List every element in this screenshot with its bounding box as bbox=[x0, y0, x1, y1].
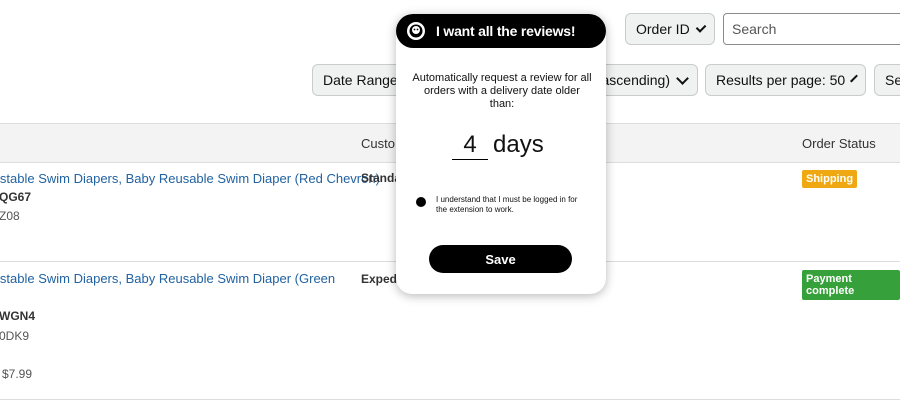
reviewer-face-icon bbox=[407, 22, 425, 40]
popup-description: Automatically request a review for all o… bbox=[412, 72, 592, 110]
shipping-speed: Exped bbox=[361, 272, 398, 286]
order-id-label: Order ID bbox=[636, 21, 690, 37]
item-price: $7.99 bbox=[2, 367, 33, 381]
order-id-dropdown[interactable]: Order ID bbox=[625, 13, 715, 45]
more-options-button[interactable]: Se bbox=[874, 64, 900, 96]
results-per-page-label: Results per page: 50 bbox=[716, 72, 846, 88]
order-code-secondary: 0DK9 bbox=[0, 329, 30, 343]
days-unit-label: days bbox=[493, 131, 544, 158]
customer-column-header: Custo bbox=[361, 136, 395, 151]
product-title-link[interactable]: istable Swim Diapers, Baby Reusable Swim… bbox=[0, 271, 335, 286]
days-input[interactable]: 4 bbox=[452, 131, 488, 160]
popup-title: I want all the reviews! bbox=[436, 23, 576, 39]
order-code: QG67 bbox=[0, 190, 32, 204]
chevron-down-icon bbox=[850, 74, 859, 82]
status-badge: Shipping bbox=[802, 170, 858, 188]
chevron-down-icon bbox=[676, 71, 689, 85]
search-input[interactable]: Search bbox=[723, 13, 900, 45]
shipping-speed: Standa bbox=[361, 171, 402, 185]
more-options-label: Se bbox=[885, 72, 900, 88]
date-range-label: Date Range: bbox=[323, 72, 402, 88]
product-title-link[interactable]: istable Swim Diapers, Baby Reusable Swim… bbox=[0, 171, 380, 186]
review-request-popup: I want all the reviews! Automatically re… bbox=[396, 14, 606, 294]
order-status-column-header: Order Status bbox=[802, 136, 876, 151]
order-code: WGN4 bbox=[0, 309, 35, 323]
sort-label: ascending) bbox=[601, 72, 671, 88]
status-badge: Payment complete bbox=[802, 270, 900, 300]
popup-header: I want all the reviews! bbox=[396, 14, 606, 48]
save-button[interactable]: Save bbox=[429, 245, 572, 273]
consent-radio[interactable] bbox=[416, 197, 426, 207]
search-placeholder: Search bbox=[732, 21, 777, 37]
chevron-down-icon bbox=[695, 21, 707, 33]
consent-text: I understand that I must be logged in fo… bbox=[436, 195, 578, 214]
sort-dropdown[interactable]: ascending) bbox=[590, 64, 698, 96]
results-per-page-dropdown[interactable]: Results per page: 50 bbox=[705, 64, 866, 96]
order-code-secondary: Z08 bbox=[0, 209, 20, 223]
